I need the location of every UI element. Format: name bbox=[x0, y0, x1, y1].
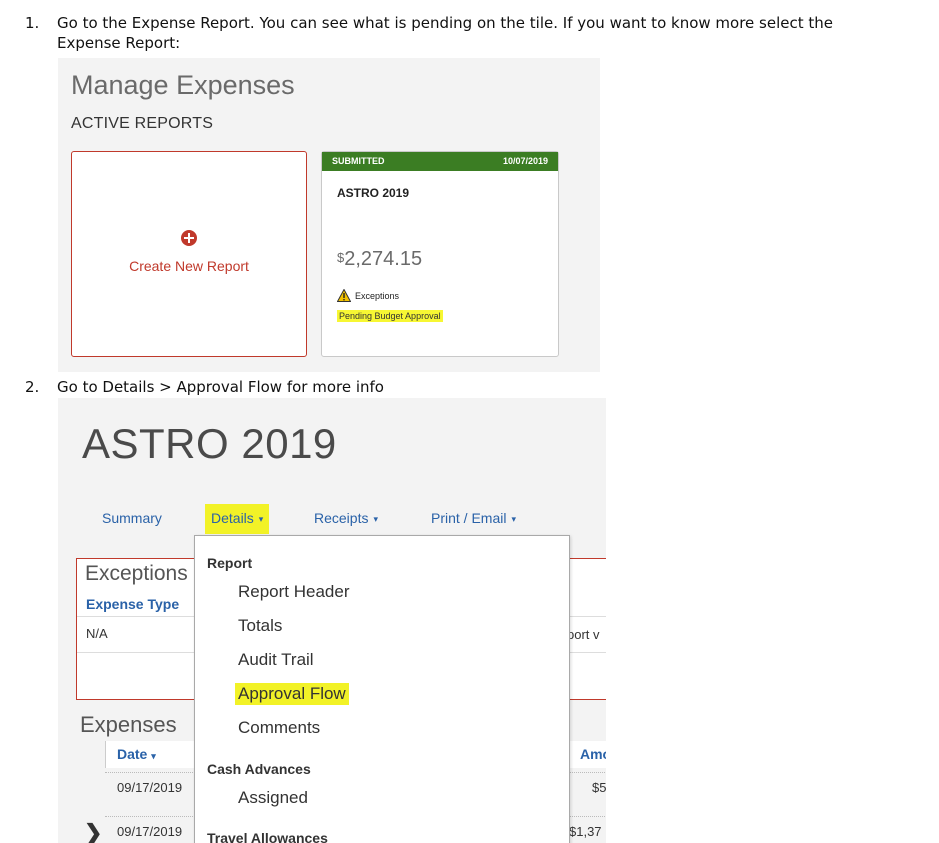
expense-report-tile[interactable]: SUBMITTED 10/07/2019 ASTRO 2019 $2,274.1… bbox=[321, 151, 559, 357]
report-amount: $2,274.15 bbox=[337, 248, 422, 271]
tab-print-email-label: Print / Email bbox=[431, 510, 507, 526]
tile-status-bar: SUBMITTED 10/07/2019 bbox=[322, 152, 558, 171]
exceptions-title: Exceptions bbox=[85, 562, 188, 585]
create-new-report-label: Create New Report bbox=[129, 258, 249, 274]
exceptions-label: Exceptions bbox=[355, 291, 400, 301]
expense-date: 09/17/2019 bbox=[117, 780, 183, 795]
step-1-number: 1. bbox=[25, 14, 40, 32]
menu-item-assigned[interactable]: Assigned bbox=[238, 788, 308, 808]
menu-group-cash-advances: Cash Advances bbox=[207, 761, 311, 777]
menu-item-comments[interactable]: Comments bbox=[238, 718, 320, 738]
step-2-number: 2. bbox=[25, 378, 40, 396]
date-column-label: Date bbox=[117, 746, 148, 762]
expenses-title: Expenses bbox=[80, 712, 177, 737]
chevron-down-icon: ▾ bbox=[373, 514, 378, 524]
tab-summary[interactable]: Summary bbox=[102, 510, 162, 526]
report-name: ASTRO 2019 bbox=[337, 186, 410, 200]
page-title: Manage Expenses bbox=[71, 70, 295, 100]
chevron-down-icon: ▾ bbox=[511, 514, 516, 524]
report-title: ASTRO 2019 bbox=[82, 420, 337, 467]
create-new-report-tile[interactable]: Create New Report bbox=[71, 151, 307, 357]
step-1-text-line2: Expense Report: bbox=[57, 34, 181, 52]
expense-date: 09/17/2019 bbox=[117, 824, 183, 839]
tab-print-email[interactable]: Print / Email ▾ bbox=[431, 510, 516, 526]
exception-message-cell: port v bbox=[567, 627, 600, 642]
exception-type-cell: N/A bbox=[86, 626, 108, 641]
amount-column-header[interactable]: Amo bbox=[580, 746, 606, 762]
plus-circle-icon bbox=[181, 230, 197, 246]
amount-value: 2,274.15 bbox=[344, 248, 423, 270]
tab-summary-label: Summary bbox=[102, 510, 162, 526]
pending-status: Pending Budget Approval bbox=[337, 310, 443, 322]
step-2-text: Go to Details > Approval Flow for more i… bbox=[57, 378, 384, 396]
section-heading: ACTIVE REPORTS bbox=[71, 115, 214, 132]
tab-details[interactable]: Details ▾ bbox=[205, 504, 270, 534]
menu-group-travel-allowances: Travel Allowances bbox=[207, 830, 328, 843]
warning-icon bbox=[337, 289, 351, 302]
menu-group-report: Report bbox=[207, 555, 253, 571]
chevron-right-icon[interactable]: ❯ bbox=[84, 820, 102, 843]
expense-amount: $5 bbox=[592, 780, 606, 795]
menu-item-audit-trail[interactable]: Audit Trail bbox=[238, 650, 314, 670]
manage-expenses-screenshot: Manage Expenses ACTIVE REPORTS Create Ne… bbox=[58, 58, 600, 372]
currency-symbol: $ bbox=[337, 250, 345, 265]
tile-date: 10/07/2019 bbox=[502, 156, 548, 166]
step-2: 2. Go to Details > Approval Flow for mor… bbox=[25, 377, 757, 397]
chevron-down-icon: ▾ bbox=[258, 514, 264, 524]
tab-details-label: Details bbox=[211, 510, 254, 526]
date-column-header[interactable]: Date ▾ bbox=[117, 746, 156, 762]
expense-amount: $1,37 bbox=[569, 824, 602, 839]
report-details-screenshot: ASTRO 2019 Summary Details ▾ Receipts ▾ Pr… bbox=[58, 398, 606, 843]
status-badge: SUBMITTED bbox=[332, 156, 385, 166]
expense-type-column-header[interactable]: Expense Type bbox=[86, 596, 179, 612]
menu-item-report-header[interactable]: Report Header bbox=[238, 582, 350, 602]
step-1: 1. Go to the Expense Report. You can see… bbox=[25, 13, 937, 53]
details-dropdown-menu: Report Report Header Totals Audit Trail … bbox=[194, 535, 570, 843]
menu-item-totals[interactable]: Totals bbox=[238, 616, 282, 636]
tab-receipts[interactable]: Receipts ▾ bbox=[314, 510, 378, 526]
tab-receipts-label: Receipts bbox=[314, 510, 369, 526]
menu-item-approval-flow[interactable]: Approval Flow bbox=[235, 683, 349, 705]
sort-down-icon: ▾ bbox=[151, 751, 156, 761]
step-1-text: Go to the Expense Report. You can see wh… bbox=[57, 14, 833, 32]
